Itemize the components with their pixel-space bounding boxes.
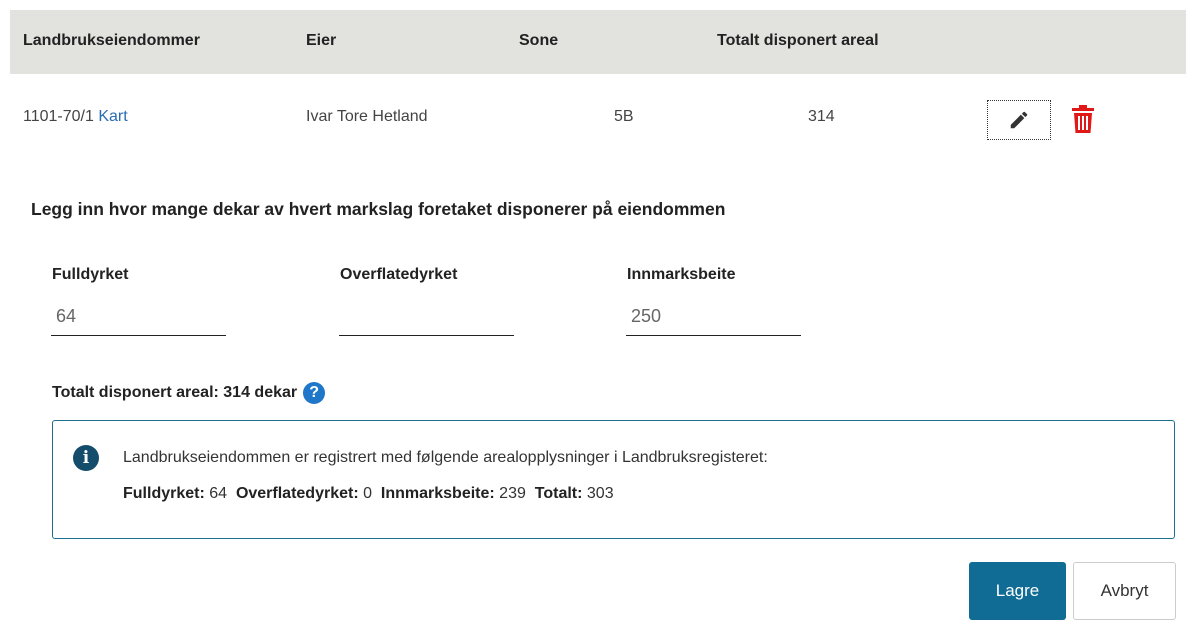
stat-value-innmarksbeite: 239 xyxy=(499,485,526,502)
stat-label-fulldyrket: Fulldyrket: xyxy=(123,485,205,502)
property-id: 1101-70/1 xyxy=(23,108,94,125)
table-header: Landbrukseiendommer Eier Sone Totalt dis… xyxy=(10,10,1186,74)
overflatedyrket-input[interactable] xyxy=(339,298,514,336)
property-cell: 1101-70/1 Kart xyxy=(23,108,128,126)
field-label-overflatedyrket: Overflatedyrket xyxy=(340,266,458,283)
total-area-label: Totalt disponert areal: 314 dekar xyxy=(52,384,298,401)
field-label-fulldyrket: Fulldyrket xyxy=(52,266,129,283)
info-stats: Fulldyrket: 64 Overflatedyrket: 0 Innmar… xyxy=(123,485,614,503)
form-instruction: Legg inn hvor mange dekar av hvert marks… xyxy=(31,199,726,219)
delete-button[interactable] xyxy=(1068,102,1098,136)
fulldyrket-input[interactable] xyxy=(51,298,226,336)
info-text: Landbrukseiendommen er registrert med fø… xyxy=(123,449,768,466)
header-total-area: Totalt disponert areal xyxy=(717,32,879,49)
stat-label-innmarksbeite: Innmarksbeite: xyxy=(380,485,495,502)
header-properties: Landbrukseiendommer xyxy=(23,32,200,49)
info-circle-icon: i xyxy=(73,445,99,471)
save-button[interactable]: Lagre xyxy=(969,562,1066,620)
stat-value-overflatedyrket: 0 xyxy=(363,485,373,502)
total-area-summary: Totalt disponert areal: 314 dekar ? xyxy=(52,382,326,404)
stat-label-overflatedyrket: Overflatedyrket: xyxy=(235,485,359,502)
edit-button[interactable] xyxy=(987,100,1051,140)
stat-value-fulldyrket: 64 xyxy=(209,485,228,502)
stat-value-totalt: 303 xyxy=(586,485,614,502)
total-area-cell: 314 xyxy=(808,108,835,125)
cancel-button[interactable]: Avbryt xyxy=(1073,562,1176,620)
owner-cell: Ivar Tore Hetland xyxy=(306,108,428,125)
zone-cell: 5B xyxy=(614,108,634,125)
header-owner: Eier xyxy=(306,32,337,49)
field-innmarksbeite: Innmarksbeite xyxy=(626,266,801,336)
field-fulldyrket: Fulldyrket xyxy=(51,266,226,336)
map-link[interactable]: Kart xyxy=(98,108,127,125)
trash-icon xyxy=(1072,105,1094,133)
stat-label-totalt: Totalt: xyxy=(534,485,583,502)
field-overflatedyrket: Overflatedyrket xyxy=(339,266,514,336)
question-circle-icon[interactable]: ? xyxy=(303,382,326,404)
info-box: i Landbrukseiendommen er registrert med … xyxy=(52,420,1175,539)
table-row: 1101-70/1 Kart Ivar Tore Hetland 5B 314 xyxy=(10,74,1186,170)
field-label-innmarksbeite: Innmarksbeite xyxy=(627,266,736,283)
innmarksbeite-input[interactable] xyxy=(626,298,801,336)
pencil-icon xyxy=(1010,111,1028,129)
header-zone: Sone xyxy=(519,32,559,49)
property-edit-panel: Landbrukseiendommer Eier Sone Totalt dis… xyxy=(0,0,1186,631)
